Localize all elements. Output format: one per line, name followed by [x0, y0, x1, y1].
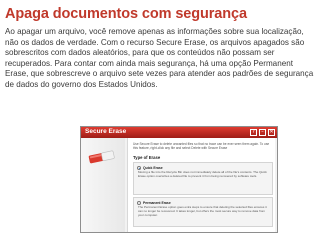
main-panel: Use Secure Erase to delete unwanted file…	[127, 138, 275, 232]
permanent-erase-option[interactable]: Permanent Erase The Permanent Erase opti…	[133, 197, 273, 227]
permanent-erase-label: Permanent Erase	[143, 200, 171, 205]
slide-body: Ao apagar um arquivo, você remove apenas…	[5, 27, 314, 89]
help-button[interactable]: ?	[250, 129, 257, 136]
window-controls: ? – ✕	[250, 129, 275, 136]
window-title: Secure Erase	[85, 128, 127, 135]
quick-erase-option[interactable]: Quick Erase Moving a file into the Recyc…	[133, 162, 273, 195]
section-heading: Type of Erase	[133, 155, 161, 160]
intro-text: Use Secure Erase to delete unwanted file…	[133, 142, 270, 150]
permanent-erase-description: The Permanent Erase option goes extra st…	[138, 205, 267, 217]
sidebar	[81, 138, 125, 232]
minimize-button[interactable]: –	[259, 129, 266, 136]
close-button[interactable]: ✕	[268, 129, 275, 136]
window-titlebar: Secure Erase ? – ✕	[81, 127, 277, 138]
eraser-icon	[88, 150, 115, 164]
slide-title: Apaga documentos com segurança	[5, 6, 247, 22]
secure-erase-window: Secure Erase ? – ✕ Use Secure Erase to d…	[80, 126, 278, 233]
quick-erase-label: Quick Erase	[143, 165, 163, 170]
quick-erase-description: Moving a file into the Recycle Bin does …	[138, 170, 267, 178]
